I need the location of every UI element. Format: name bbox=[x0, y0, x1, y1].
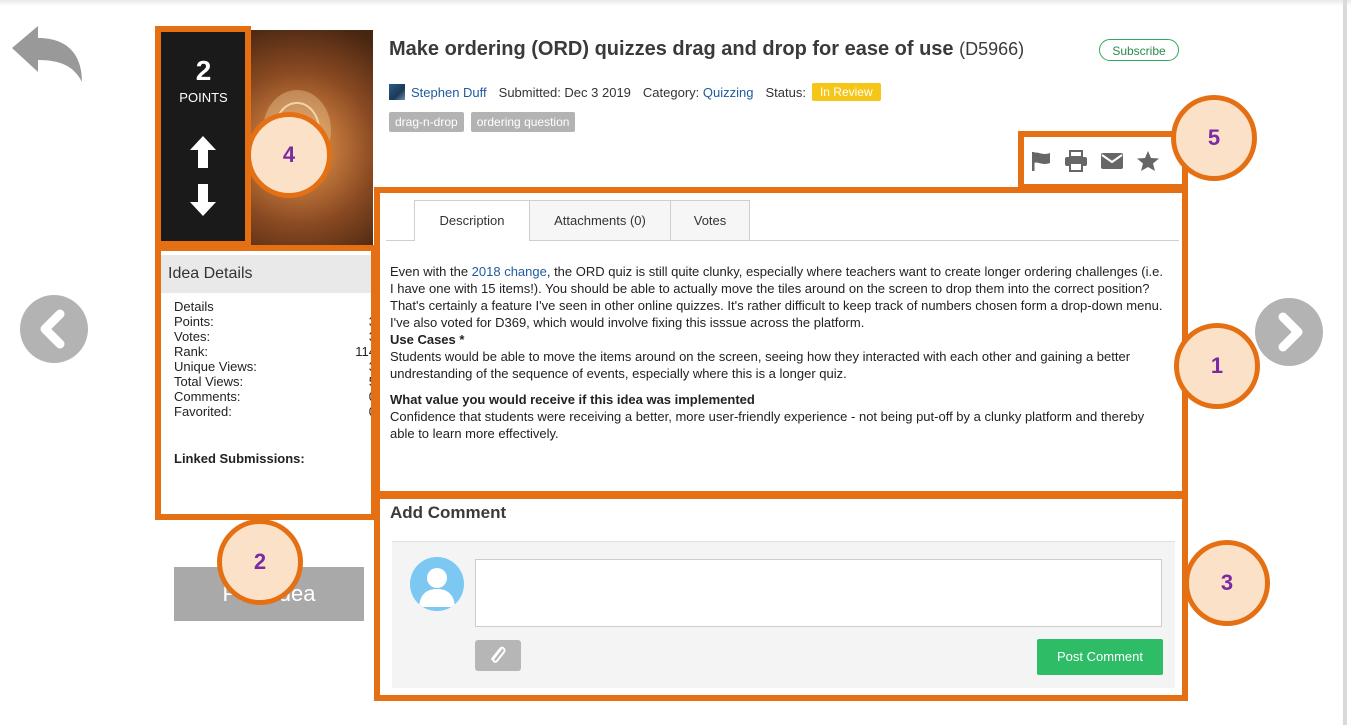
scrollbar-track[interactable] bbox=[1343, 0, 1347, 725]
top-shadow bbox=[0, 0, 1351, 6]
paperclip-icon bbox=[491, 646, 506, 663]
use-cases-text: Students would be able to move the items… bbox=[390, 349, 1131, 381]
detail-row-votes: Votes: 3 bbox=[174, 329, 376, 344]
idea-actions bbox=[1030, 150, 1160, 177]
idea-details-heading: Idea Details bbox=[160, 255, 376, 293]
add-comment-heading: Add Comment bbox=[390, 503, 507, 522]
annotation-marker-4: 4 bbox=[246, 112, 332, 198]
author-link[interactable]: Stephen Duff bbox=[411, 85, 487, 100]
star-icon[interactable] bbox=[1136, 150, 1160, 177]
use-cases-heading: Use Cases * bbox=[390, 332, 465, 347]
print-icon[interactable] bbox=[1064, 150, 1088, 177]
author-avatar bbox=[389, 84, 405, 100]
annotation-marker-1: 1 bbox=[1174, 323, 1260, 409]
tag-drag-n-drop[interactable]: drag-n-drop bbox=[389, 112, 464, 132]
points-count: 2 bbox=[195, 55, 212, 86]
vote-down-button[interactable] bbox=[188, 182, 218, 223]
attach-button[interactable] bbox=[475, 640, 521, 671]
annotation-marker-2: 2 bbox=[217, 519, 303, 605]
value-heading: What value you would receive if this ide… bbox=[390, 392, 755, 407]
tag-list: drag-n-drop ordering question bbox=[389, 112, 576, 132]
mail-icon[interactable] bbox=[1100, 152, 1124, 175]
detail-row-comments: Comments: 0 bbox=[174, 389, 376, 404]
tag-ordering-question[interactable]: ordering question bbox=[470, 112, 576, 132]
vote-up-button[interactable] bbox=[188, 134, 218, 175]
idea-title: Make ordering (ORD) quizzes drag and dro… bbox=[389, 38, 1024, 61]
idea-title-text: Make ordering (ORD) quizzes drag and dro… bbox=[389, 38, 954, 60]
idea-description: Even with the 2018 change, the ORD quiz … bbox=[390, 263, 1170, 442]
detail-row-unique-views: Unique Views: 3 bbox=[174, 359, 376, 374]
description-paragraph: Even with the 2018 change, the ORD quiz … bbox=[390, 264, 1163, 330]
detail-row-points: Points: 3 bbox=[174, 314, 376, 329]
tab-votes[interactable]: Votes bbox=[670, 200, 750, 240]
tab-description[interactable]: Description bbox=[414, 200, 530, 241]
next-idea-button[interactable] bbox=[1255, 298, 1323, 366]
annotation-marker-3: 3 bbox=[1184, 540, 1270, 626]
chevron-right-icon bbox=[1278, 312, 1303, 352]
details-subheading: Details bbox=[174, 299, 214, 314]
detail-row-total-views: Total Views: 5 bbox=[174, 374, 376, 389]
status-label: Status: bbox=[765, 84, 806, 100]
flag-icon[interactable] bbox=[1030, 150, 1052, 177]
category-label: Category: bbox=[642, 84, 700, 100]
points-label: POINTS bbox=[179, 90, 228, 105]
status-badge: In Review bbox=[811, 83, 881, 101]
post-comment-button[interactable]: Post Comment bbox=[1037, 639, 1163, 675]
annotation-marker-5: 5 bbox=[1171, 95, 1257, 181]
submitted-date: Submitted: Dec 3 2019 bbox=[498, 84, 631, 100]
chevron-left-icon bbox=[40, 309, 65, 349]
idea-meta: Stephen Duff Submitted: Dec 3 2019 Categ… bbox=[389, 83, 881, 101]
linked-submissions-label: Linked Submissions: bbox=[174, 451, 305, 466]
comment-input[interactable] bbox=[475, 559, 1162, 627]
previous-idea-button[interactable] bbox=[20, 295, 88, 363]
idea-details-panel: Idea Details Details Points: 3 Votes: 3 Ra… bbox=[160, 255, 376, 510]
back-arrow-icon[interactable] bbox=[8, 22, 86, 92]
tab-attachments[interactable]: Attachments (0) bbox=[529, 200, 671, 240]
user-avatar-icon bbox=[410, 557, 464, 611]
change-link[interactable]: 2018 change bbox=[472, 264, 547, 279]
points-widget: 2 POINTS bbox=[160, 30, 247, 243]
idea-id: (D5966) bbox=[959, 39, 1025, 59]
category-link[interactable]: Quizzing bbox=[703, 85, 754, 100]
tab-bar: Description Attachments (0) Votes bbox=[386, 200, 1179, 241]
detail-row-favorited: Favorited: 0 bbox=[174, 404, 376, 419]
detail-row-rank: Rank: 114 bbox=[174, 344, 376, 359]
arrow-up-icon bbox=[190, 136, 216, 168]
subscribe-button[interactable]: Subscribe bbox=[1099, 39, 1179, 61]
value-text: Confidence that students were receiving … bbox=[390, 409, 1145, 441]
arrow-down-icon bbox=[190, 184, 216, 216]
